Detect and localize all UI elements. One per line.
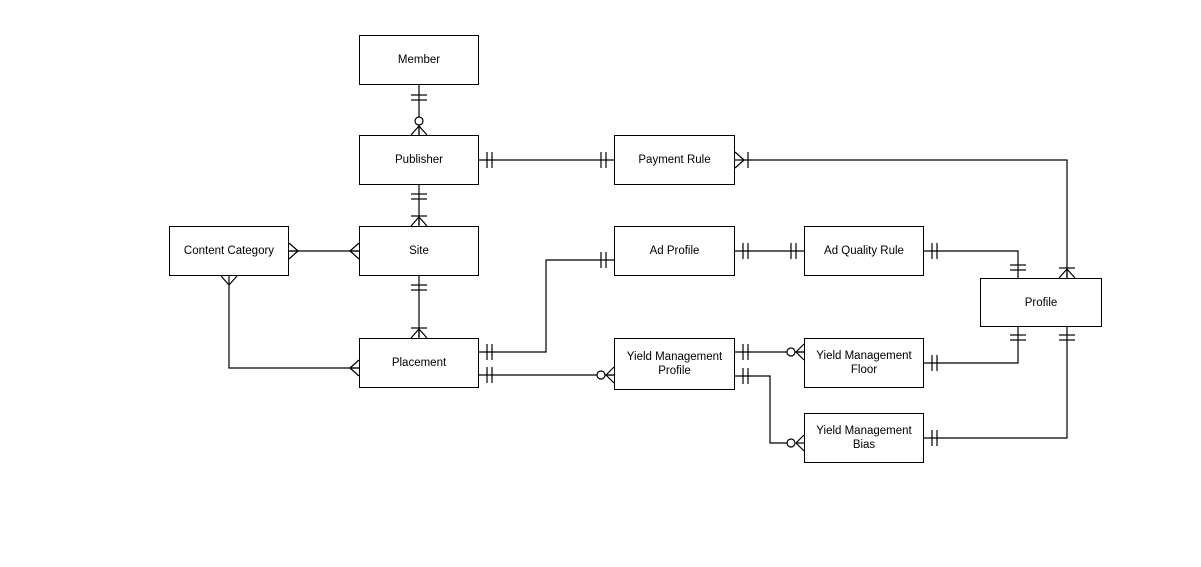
- crowsfoot-profile-pr-right: [1066, 268, 1076, 279]
- crowsfoot-ymb-bot: [795, 442, 805, 452]
- entity-ad-profile[interactable]: Ad Profile: [614, 226, 735, 276]
- line-ym-bias-profile: [924, 327, 1068, 439]
- line-content-category-placement: [228, 285, 359, 369]
- entity-placement[interactable]: Placement: [359, 338, 479, 388]
- crowsfoot-site-right: [418, 216, 428, 227]
- crowsfoot-site-cc-top: [349, 242, 360, 252]
- entity-label-publisher: Publisher: [395, 154, 443, 166]
- line-ym-profile-ym-bias: [735, 375, 787, 444]
- crowsfoot-pr-profile-top: [734, 151, 745, 161]
- crowsfoot-pl-cc-bot: [349, 367, 360, 377]
- line-ym-floor-profile: [924, 327, 1019, 364]
- entity-label-ad-profile: Ad Profile: [649, 245, 700, 257]
- entity-ad-quality-rule[interactable]: Ad Quality Rule: [804, 226, 924, 276]
- crowsfoot-cc-site-bot: [288, 250, 299, 260]
- line-ad-quality-rule-profile: [924, 250, 1019, 278]
- entity-label-ad-quality-rule: Ad Quality Rule: [824, 245, 904, 257]
- er-diagram-canvas: Member Publisher Payment Rule Content Ca…: [0, 0, 1201, 567]
- entity-label-yield-management-floor: Yield Management Floor: [816, 350, 912, 376]
- entity-label-payment-rule: Payment Rule: [638, 154, 711, 166]
- entity-label-placement: Placement: [391, 357, 447, 369]
- crowsfoot-profile-pr-left: [1058, 268, 1068, 279]
- entity-member[interactable]: Member: [359, 35, 479, 85]
- entity-label-yield-management-bias: Yield Management Bias: [816, 425, 912, 451]
- optional-circle-ym-bias: [786, 438, 796, 448]
- optional-circle-publisher: [414, 116, 424, 126]
- line-placement-ad-profile: [479, 259, 614, 353]
- crowsfoot-site-left: [410, 216, 420, 227]
- crowsfoot-ymb-top: [795, 434, 805, 444]
- crowsfoot-cc-pl-left: [220, 275, 230, 286]
- optional-circle-ym-floor: [786, 347, 796, 357]
- crowsfoot-ymf-top: [795, 343, 805, 353]
- entity-yield-management-profile[interactable]: Yield Management Profile: [614, 338, 735, 390]
- entity-payment-rule[interactable]: Payment Rule: [614, 135, 735, 185]
- entity-site[interactable]: Site: [359, 226, 479, 276]
- crowsfoot-site-cc-bot: [349, 250, 360, 260]
- entity-label-yield-management-profile: Yield Management Profile: [626, 351, 723, 377]
- optional-circle-ym-profile: [596, 370, 606, 380]
- crowsfoot-placement-left: [410, 328, 420, 339]
- entity-publisher[interactable]: Publisher: [359, 135, 479, 185]
- entity-label-content-category: Content Category: [183, 245, 275, 257]
- crowsfoot-publisher-left: [410, 125, 420, 136]
- crowsfoot-ymf-bot: [795, 351, 805, 361]
- crowsfoot-cc-pl-right: [228, 275, 238, 286]
- entity-yield-management-bias[interactable]: Yield Management Bias: [804, 413, 924, 463]
- entity-label-profile: Profile: [1024, 296, 1058, 309]
- entity-label-member: Member: [397, 54, 441, 66]
- crowsfoot-ymp-pl-bot: [605, 374, 615, 384]
- crowsfoot-cc-site-top: [288, 242, 299, 252]
- crowsfoot-publisher-right: [418, 125, 428, 136]
- crowsfoot-pl-cc-top: [349, 359, 360, 369]
- crowsfoot-pr-profile-bot: [734, 159, 745, 169]
- entity-yield-management-floor[interactable]: Yield Management Floor: [804, 338, 924, 388]
- entity-profile[interactable]: Profile: [980, 278, 1102, 327]
- entity-label-site: Site: [409, 245, 429, 257]
- crowsfoot-placement-right: [418, 328, 428, 339]
- entity-content-category[interactable]: Content Category: [169, 226, 289, 276]
- crowsfoot-ymp-pl-top: [605, 366, 615, 376]
